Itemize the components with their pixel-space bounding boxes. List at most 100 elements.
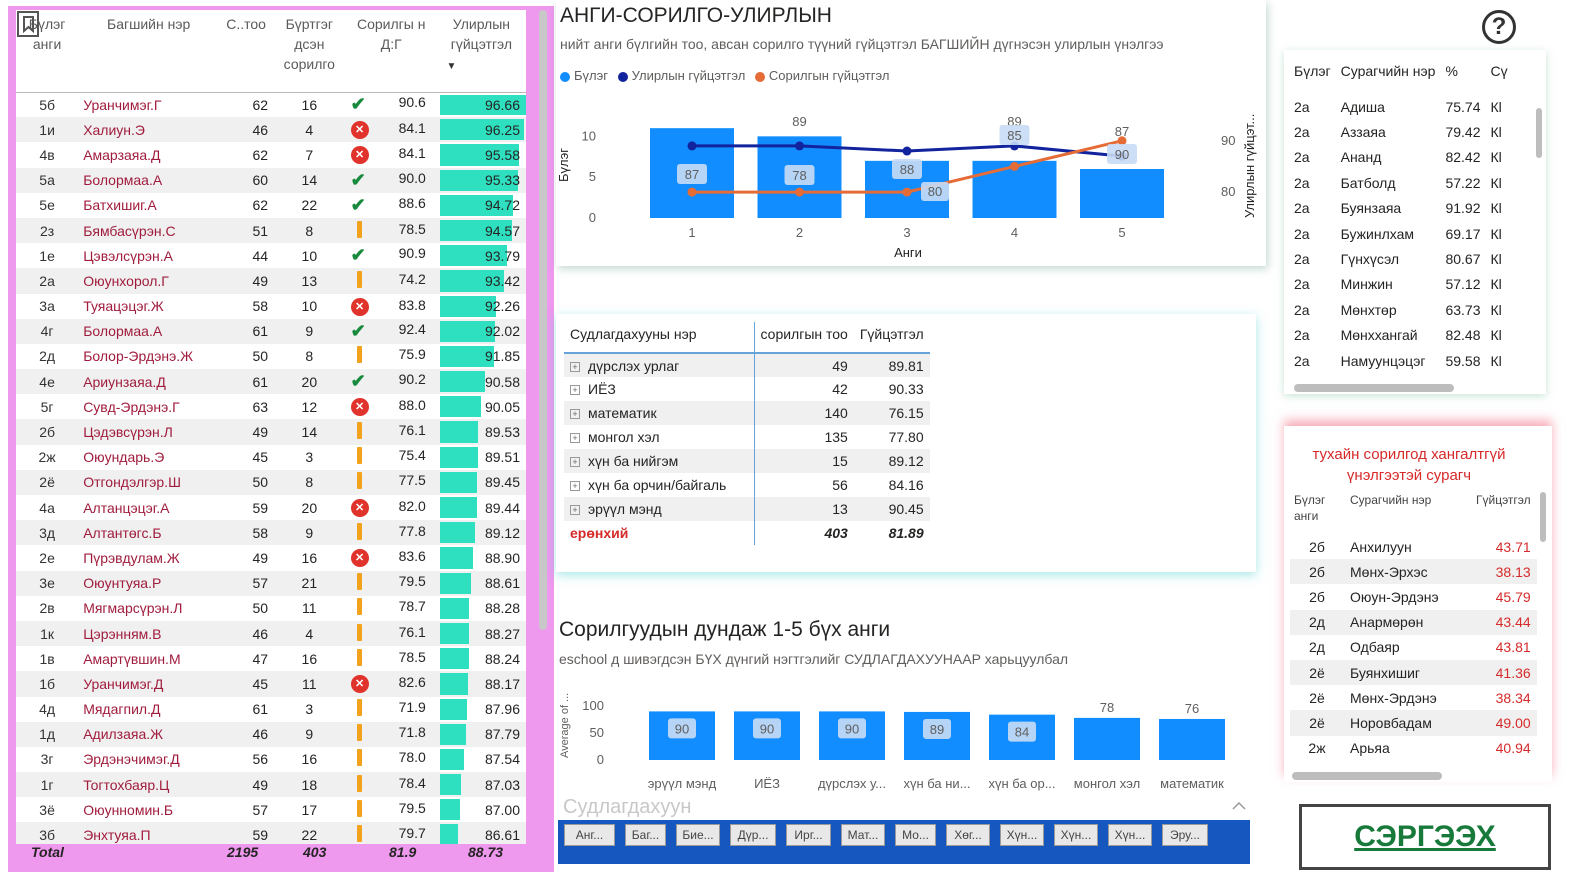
expand-icon[interactable]: +: [570, 385, 580, 396]
table-row[interactable]: + монгол хэл 135 77.80: [564, 425, 930, 449]
table-row[interactable]: 3г Эрдэнэчимэг.Д 56 16 78.0 87.54: [16, 747, 526, 772]
bar[interactable]: [1074, 717, 1140, 760]
table-row[interactable]: 3д Алтантөгс.Б 58 9 77.8 89.12: [16, 520, 526, 546]
table-row[interactable]: + эрүүл мэнд 13 90.45: [564, 497, 930, 521]
table-row[interactable]: 1в Амартүвшин.М 47 16 78.5 88.24: [16, 646, 526, 671]
test-perf-point[interactable]: [902, 187, 912, 197]
bookmark-icon[interactable]: [15, 9, 43, 39]
term-perf-point[interactable]: [795, 141, 804, 151]
table-row[interactable]: 4д Мядагпил.Д 61 3 71.9 87.96: [16, 697, 526, 722]
slicer-option[interactable]: Хөг...: [946, 824, 990, 846]
table-row[interactable]: 5а Болормаа.А 60 14 ✔ 90.0 95.33: [16, 167, 526, 193]
slicer-option[interactable]: Хүн...: [1000, 824, 1044, 846]
col-header-registered[interactable]: Бүртгэг дсэн сорилго: [273, 10, 346, 93]
table-row[interactable]: 1е Цэвэлсүрэн.А 44 10 ✔ 90.9 93.79: [16, 243, 526, 268]
table-row[interactable]: 2б Мөнх-Эрхэс 38.13: [1290, 559, 1537, 585]
table-row[interactable]: 2а Аззаяа 79.42 Кl: [1290, 119, 1514, 144]
table-row[interactable]: 4е Ариунзаяа.Д 61 20 ✔ 90.2 90.58: [16, 369, 526, 395]
horizontal-scrollbar[interactable]: [1294, 384, 1454, 392]
slicer-option[interactable]: Мо...: [895, 824, 936, 846]
table-row[interactable]: 2б Анхилуун 43.71: [1290, 534, 1537, 559]
slicer-option[interactable]: Мат...: [841, 824, 885, 846]
slicer-option[interactable]: Анг...: [564, 824, 615, 846]
col-header-teacher[interactable]: Багшийн нэр: [78, 10, 220, 93]
table-row[interactable]: + хүн ба нийгэм 15 89.12: [564, 449, 930, 473]
table-row[interactable]: 2ё Отгондэлгэр.Ш 50 8 77.5 89.45: [16, 469, 526, 495]
col-header-student[interactable]: Сурагчийн нэр: [1337, 60, 1442, 94]
test-perf-point[interactable]: [795, 187, 804, 197]
table-row[interactable]: 2а Минжин 57.12 Кl: [1290, 272, 1514, 297]
test-perf-point[interactable]: [687, 187, 697, 197]
table-row[interactable]: 2ё Норовбадам 49.00: [1290, 710, 1537, 736]
table-row[interactable]: 2з Бямбасүрэн.С 51 8 78.5 94.57: [16, 217, 526, 244]
table-row[interactable]: 5г Сувд-Эрдэнэ.Г 63 12 ✕ 88.0 90.05: [16, 394, 526, 419]
col-header-performance[interactable]: Гүйцэтгэл: [1472, 492, 1537, 534]
expand-icon[interactable]: +: [570, 481, 580, 492]
eraser-icon[interactable]: [1231, 800, 1247, 812]
table-row[interactable]: 2ё Мөнх-Эрдэнэ 38.34: [1290, 685, 1537, 710]
table-row[interactable]: 2а Адиша 75.74 Кl: [1290, 94, 1514, 119]
bar[interactable]: [1080, 169, 1164, 218]
table-row[interactable]: 3е Оюунтуяа.Р 57 21 79.5 88.61: [16, 570, 526, 596]
table-row[interactable]: 2ж Оюундарь.Э 45 3 75.4 89.51: [16, 445, 526, 470]
table-row[interactable]: + ИЁЗ 42 90.33: [564, 377, 930, 401]
horizontal-scrollbar[interactable]: [1292, 772, 1442, 780]
expand-icon[interactable]: +: [570, 409, 580, 420]
table-row[interactable]: 3а Туяацэцэг.Ж 58 10 ✕ 83.8 92.26: [16, 294, 526, 319]
vertical-scrollbar[interactable]: [1540, 492, 1546, 542]
test-perf-point[interactable]: [1010, 161, 1019, 171]
col-header-student[interactable]: Сурагчийн нэр: [1346, 492, 1472, 534]
refresh-button[interactable]: СЭРГЭЭХ: [1299, 804, 1551, 870]
sort-desc-icon[interactable]: ▼: [446, 61, 456, 72]
slicer-option[interactable]: Бие...: [676, 824, 720, 846]
table-row[interactable]: 1и Халиун.Э 46 4 ✕ 84.1 96.25: [16, 117, 526, 143]
table-row[interactable]: 4а Алтанцэцэг.А 59 20 ✕ 82.0 89.44: [16, 495, 526, 520]
table-row[interactable]: 2д Анармөрөн 43.44: [1290, 609, 1537, 635]
table-row[interactable]: 2е Пүрэвдулам.Ж 49 16 ✕ 83.6 88.90: [16, 545, 526, 570]
table-row[interactable]: 4в Амарзаяа.Д 62 7 ✕ 84.1 95.58: [16, 142, 526, 167]
col-header-test-count[interactable]: сорилгын тоо: [753, 322, 854, 354]
table-row[interactable]: 2в Мягмарсүрэн.Л 50 11 78.7 88.28: [16, 596, 526, 621]
col-header-term-perf[interactable]: Улирлын гүйцэтгэл ▼: [436, 10, 526, 93]
table-row[interactable]: 2ё Буянхишиг 41.36: [1290, 659, 1537, 686]
vertical-scrollbar[interactable]: [539, 10, 547, 630]
slicer-option[interactable]: Ирг...: [786, 824, 831, 846]
table-row[interactable]: 2д Одбаяр 43.81: [1290, 635, 1537, 660]
col-header-count[interactable]: С..тоо: [219, 10, 274, 93]
slicer-option[interactable]: Хүн...: [1054, 824, 1098, 846]
expand-icon[interactable]: +: [570, 505, 580, 516]
table-row[interactable]: 2а Мөнххангай 82.48 Кl: [1290, 323, 1514, 348]
vertical-scrollbar[interactable]: [1536, 108, 1542, 158]
table-row[interactable]: 2а Батболд 57.22 Кl: [1290, 170, 1514, 195]
col-header-percent[interactable]: %: [1441, 60, 1486, 94]
table-row[interactable]: 2а Бужинлхам 69.17 Кl: [1290, 221, 1514, 246]
slicer-option[interactable]: Эру...: [1162, 824, 1208, 846]
table-row[interactable]: 1к Цэрэнням.В 46 4 76.1 88.27: [16, 620, 526, 647]
col-header-group[interactable]: Бүлэг анги: [1290, 492, 1346, 534]
table-row[interactable]: 2б Цэдэвсүрэн.Л 49 14 76.1 89.53: [16, 419, 526, 445]
table-row[interactable]: 5е Батхишиг.А 62 22 ✔ 88.6 94.72: [16, 193, 526, 218]
expand-icon[interactable]: +: [570, 361, 580, 372]
table-row[interactable]: 2ж Арьяа 40.94: [1290, 736, 1537, 761]
table-row[interactable]: + дүрслэх урлаг 49 89.81: [564, 353, 930, 377]
table-row[interactable]: + математик 140 76.15: [564, 401, 930, 425]
slicer-option[interactable]: Баг...: [625, 824, 666, 846]
col-header-performance[interactable]: Гүйцэтгэл: [853, 322, 930, 354]
term-perf-point[interactable]: [902, 146, 912, 156]
col-header-subject[interactable]: Судлагдахууны нэр: [564, 322, 754, 354]
table-row[interactable]: 2а Буянзаяа 91.92 Кl: [1290, 196, 1514, 221]
slicer-option[interactable]: Дүр...: [730, 824, 776, 846]
expand-icon[interactable]: +: [570, 457, 580, 468]
col-header-extra[interactable]: Сү: [1487, 60, 1514, 94]
table-row[interactable]: 2а Намуунцэцэг 59.58 Кl: [1290, 348, 1514, 373]
expand-icon[interactable]: +: [570, 433, 580, 444]
table-row[interactable]: 1б Уранчимэг.Д 45 11 ✕ 82.6 88.17: [16, 671, 526, 697]
table-row[interactable]: 1г Тогтохбаяр.Ц 49 18 78.4 87.03: [16, 772, 526, 798]
table-row[interactable]: 5б Уранчимэг.Г 62 16 ✔ 90.6 96.66: [16, 92, 526, 117]
col-header-group[interactable]: Бүлэг: [1290, 60, 1337, 94]
bar[interactable]: [1159, 718, 1225, 760]
table-row[interactable]: 2а Оюунхорол.Г 49 13 74.2 93.42: [16, 268, 526, 294]
term-perf-point[interactable]: [687, 141, 697, 151]
table-row[interactable]: 2а Гүнхүсэл 80.67 Кl: [1290, 246, 1514, 271]
question-icon[interactable]: ?: [1482, 10, 1516, 44]
